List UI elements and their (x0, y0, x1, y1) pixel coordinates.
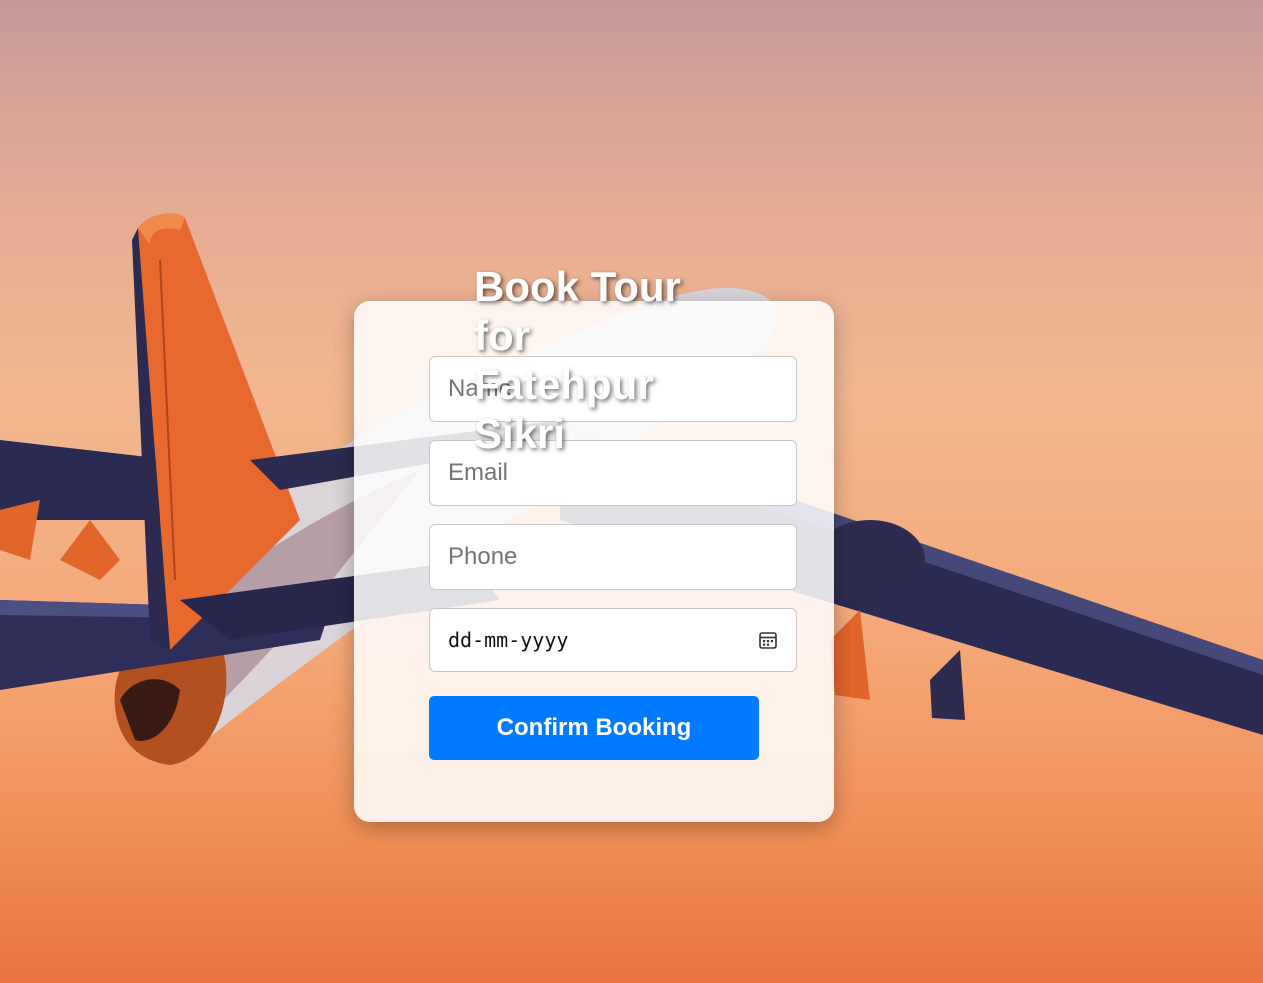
confirm-booking-button[interactable]: Confirm Booking (429, 696, 759, 760)
date-input[interactable]: dd-mm-yyyy (429, 608, 797, 672)
date-placeholder: dd-mm-yyyy (448, 628, 569, 652)
page-title: Book Tour for Fatehpur Sikri (474, 263, 681, 457)
phone-input[interactable] (429, 524, 797, 590)
calendar-icon[interactable] (758, 630, 778, 650)
